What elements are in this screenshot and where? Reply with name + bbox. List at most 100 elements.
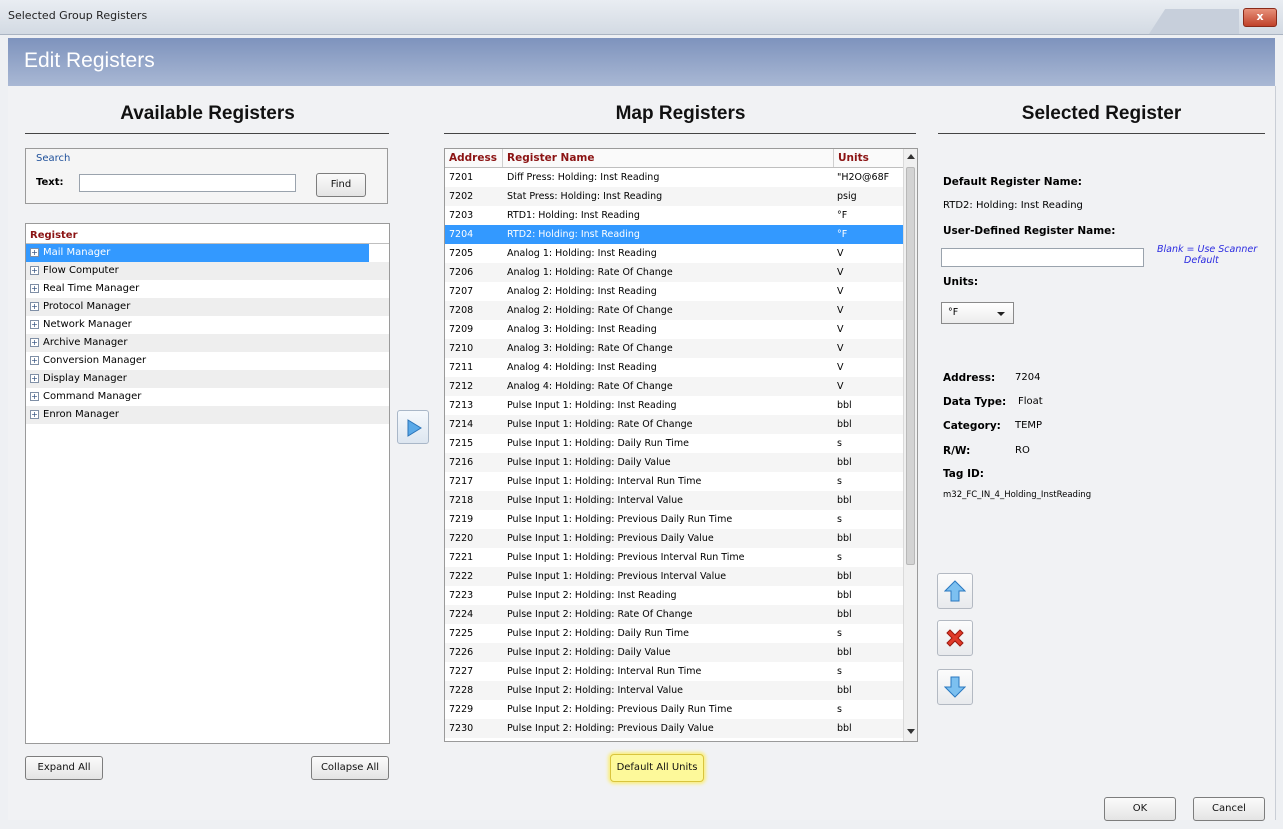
table-row[interactable]: 7209 Analog 3: Holding: Inst Reading V: [445, 320, 903, 339]
col-header-units[interactable]: Units: [834, 149, 903, 167]
table-row[interactable]: 7217 Pulse Input 1: Holding: Interval Run…: [445, 472, 903, 491]
collapse-all-button[interactable]: Collapse All: [311, 756, 389, 780]
cell-register-name: Stat Press: Holding: Inst Reading: [507, 191, 663, 202]
table-row[interactable]: 7212 Analog 4: Holding: Rate Of Change V: [445, 377, 903, 396]
table-row[interactable]: 7201 Diff Press: Holding: Inst Reading "H2…: [445, 168, 903, 187]
cell-address: 7213: [449, 400, 474, 411]
tree-item[interactable]: + Display Manager: [26, 370, 389, 388]
table-row[interactable]: 7219 Pulse Input 1: Holding: Previous Dai…: [445, 510, 903, 529]
table-row[interactable]: 7229 Pulse Input 2: Holding: Previous Dai…: [445, 700, 903, 719]
expand-plus-icon[interactable]: +: [30, 301, 39, 311]
cell-address: 7217: [449, 476, 474, 487]
units-dropdown[interactable]: °F: [941, 302, 1014, 324]
col-header-address[interactable]: Address: [445, 149, 503, 167]
register-tree[interactable]: Register + Mail Manager + Flow Computer + Rea…: [25, 223, 390, 744]
tree-item[interactable]: + Protocol Manager: [26, 298, 389, 316]
col-header-register-name[interactable]: Register Name: [503, 149, 834, 167]
table-row[interactable]: 7227 Pulse Input 2: Holding: Interval Run…: [445, 662, 903, 681]
table-row[interactable]: 7203 RTD1: Holding: Inst Reading °F: [445, 206, 903, 225]
find-button[interactable]: Find: [316, 173, 366, 197]
tree-item[interactable]: + Archive Manager: [26, 334, 389, 352]
cell-units: bbl: [837, 457, 852, 468]
category-label: Category:: [943, 420, 1001, 432]
table-row[interactable]: 7202 Stat Press: Holding: Inst Reading psi…: [445, 187, 903, 206]
user-defined-name-input[interactable]: [941, 248, 1144, 267]
cell-units: V: [837, 267, 844, 278]
table-row[interactable]: 7226 Pulse Input 2: Holding: Daily Value b…: [445, 643, 903, 662]
add-register-button[interactable]: [397, 410, 429, 444]
table-row[interactable]: 7208 Analog 2: Holding: Rate Of Change V: [445, 301, 903, 320]
cell-units: s: [837, 552, 842, 563]
expand-plus-icon[interactable]: +: [30, 373, 39, 383]
tree-item[interactable]: + Flow Computer: [26, 262, 389, 280]
cell-units: bbl: [837, 400, 852, 411]
close-button[interactable]: x: [1243, 8, 1277, 27]
scroll-up-icon[interactable]: [907, 153, 915, 159]
tree-item-label: Real Time Manager: [43, 283, 140, 294]
table-row[interactable]: 7224 Pulse Input 2: Holding: Rate Of Chan…: [445, 605, 903, 624]
scrollbar-thumb[interactable]: [906, 167, 915, 565]
table-row[interactable]: 7210 Analog 3: Holding: Rate Of Change V: [445, 339, 903, 358]
expand-plus-icon[interactable]: +: [30, 391, 39, 401]
expand-all-button[interactable]: Expand All: [25, 756, 103, 780]
table-scrollbar[interactable]: [903, 149, 917, 741]
category-value: TEMP: [1015, 420, 1043, 431]
table-row[interactable]: 7206 Analog 1: Holding: Rate Of Change V: [445, 263, 903, 282]
table-row[interactable]: 7225 Pulse Input 2: Holding: Daily Run Ti…: [445, 624, 903, 643]
table-row[interactable]: 7207 Analog 2: Holding: Inst Reading V: [445, 282, 903, 301]
ok-button[interactable]: OK: [1104, 797, 1176, 821]
cell-address: 7228: [449, 685, 474, 696]
table-row[interactable]: 7228 Pulse Input 2: Holding: Interval Val…: [445, 681, 903, 700]
tree-item[interactable]: + Conversion Manager: [26, 352, 389, 370]
cell-address: 7206: [449, 267, 474, 278]
cell-units: bbl: [837, 571, 852, 582]
cell-register-name: Analog 1: Holding: Inst Reading: [507, 248, 657, 259]
table-row[interactable]: 7215 Pulse Input 1: Holding: Daily Run Ti…: [445, 434, 903, 453]
table-row[interactable]: 7205 Analog 1: Holding: Inst Reading V: [445, 244, 903, 263]
map-registers-table: Address Register Name Units 7201 Diff Pre…: [444, 148, 918, 742]
rw-label: R/W:: [943, 445, 971, 457]
expand-plus-icon[interactable]: +: [30, 265, 39, 275]
table-row[interactable]: 7216 Pulse Input 1: Holding: Daily Value b…: [445, 453, 903, 472]
move-up-button[interactable]: [937, 573, 973, 609]
scroll-down-icon[interactable]: [907, 729, 915, 735]
cell-units: V: [837, 381, 844, 392]
table-row[interactable]: 7223 Pulse Input 2: Holding: Inst Reading…: [445, 586, 903, 605]
cell-units: bbl: [837, 685, 852, 696]
table-row[interactable]: 7220 Pulse Input 1: Holding: Previous Dai…: [445, 529, 903, 548]
cell-register-name: RTD2: Holding: Inst Reading: [507, 229, 640, 240]
tag-id-label: Tag ID:: [943, 468, 984, 480]
table-row[interactable]: 7213 Pulse Input 1: Holding: Inst Reading…: [445, 396, 903, 415]
cell-address: 7204: [449, 229, 474, 240]
expand-plus-icon[interactable]: +: [30, 247, 39, 257]
table-row[interactable]: 7218 Pulse Input 1: Holding: Interval Val…: [445, 491, 903, 510]
tree-item[interactable]: + Command Manager: [26, 388, 389, 406]
expand-plus-icon[interactable]: +: [30, 319, 39, 329]
table-row[interactable]: 7204 RTD2: Holding: Inst Reading °F: [445, 225, 903, 244]
tree-item[interactable]: + Enron Manager: [26, 406, 389, 424]
expand-plus-icon[interactable]: +: [30, 409, 39, 419]
default-all-units-button[interactable]: Default All Units: [610, 754, 704, 782]
expand-plus-icon[interactable]: +: [30, 337, 39, 347]
table-row[interactable]: 7222 Pulse Input 1: Holding: Previous Int…: [445, 567, 903, 586]
cancel-button[interactable]: Cancel: [1193, 797, 1265, 821]
address-label: Address:: [943, 372, 996, 384]
move-down-button[interactable]: [937, 669, 973, 705]
remove-register-button[interactable]: [937, 620, 973, 656]
expand-plus-icon[interactable]: +: [30, 283, 39, 293]
cell-register-name: Pulse Input 1: Holding: Interval Run Tim…: [507, 476, 702, 487]
page-title: Edit Registers: [24, 49, 155, 72]
expand-plus-icon[interactable]: +: [30, 355, 39, 365]
table-row[interactable]: 7214 Pulse Input 1: Holding: Rate Of Chan…: [445, 415, 903, 434]
table-row[interactable]: 7221 Pulse Input 1: Holding: Previous Int…: [445, 548, 903, 567]
cell-units: bbl: [837, 419, 852, 430]
tree-item[interactable]: + Network Manager: [26, 316, 389, 334]
table-row[interactable]: 7211 Analog 4: Holding: Inst Reading V: [445, 358, 903, 377]
table-row[interactable]: 7230 Pulse Input 2: Holding: Previous Dai…: [445, 719, 903, 738]
cell-units: V: [837, 343, 844, 354]
tree-item[interactable]: + Mail Manager: [26, 244, 369, 262]
cell-units: "H2O@68F: [837, 172, 890, 183]
tree-item[interactable]: + Real Time Manager: [26, 280, 389, 298]
search-input[interactable]: [79, 174, 296, 192]
units-label: Units:: [943, 276, 979, 288]
